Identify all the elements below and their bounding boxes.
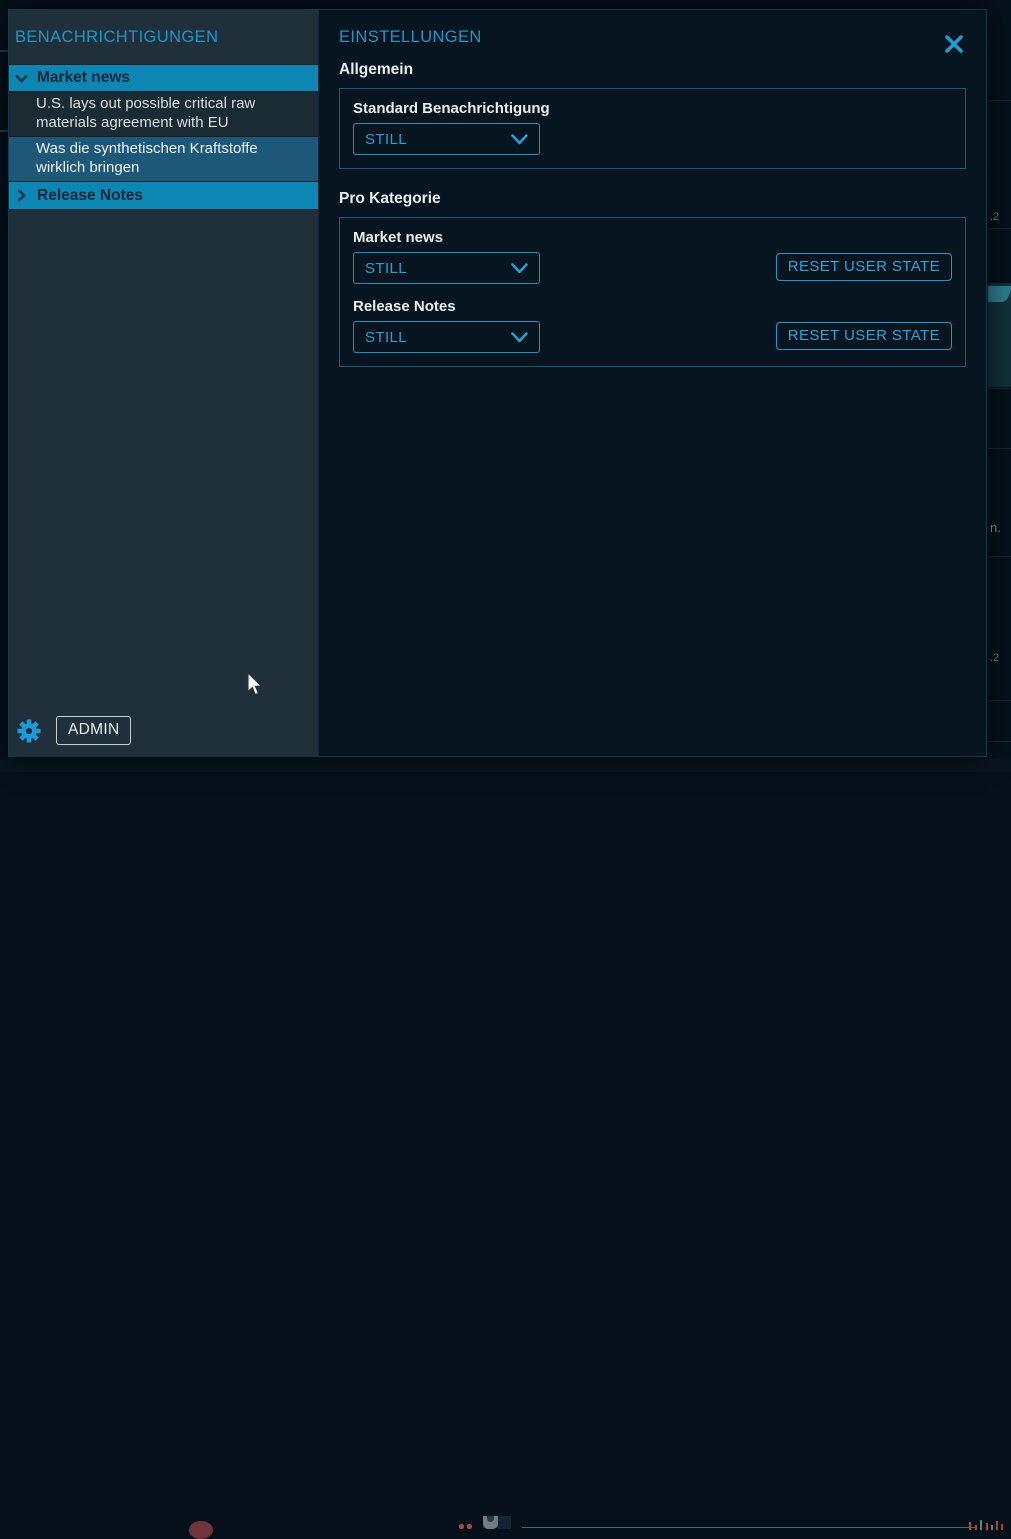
background-fragment [0,50,8,52]
notifications-title: BENACHRICHTIGUNGEN [9,10,318,47]
notifications-list: Market news U.S. lays out possible criti… [9,64,318,209]
news-item-selected[interactable]: Was die synthetischen Kraftstoffe wirkli… [9,136,318,181]
release-notes-value: STILL [365,329,407,346]
admin-button[interactable]: ADMIN [56,716,131,745]
notifications-settings-modal: BENACHRICHTIGUNGEN Market news U.S. lays… [8,9,987,757]
chevron-down-icon [511,332,528,343]
settings-title: EINSTELLUNGEN [319,10,986,47]
news-item[interactable]: U.S. lays out possible critical raw mate… [9,91,318,136]
chevron-down-icon [511,134,528,145]
chevron-down-icon [15,72,28,85]
market-news-value: STILL [365,260,407,277]
background-axis-fragment: n. [990,520,1001,535]
per-category-group-box: Market news STILL RESET USER STATE Relea… [339,217,966,367]
reset-user-state-button-market-news[interactable]: RESET USER STATE [776,253,952,281]
background-app-right-edge: .2 n. .2 [988,0,1011,772]
mouse-cursor [247,672,264,696]
standard-notification-label: Standard Benachrichtigung [353,100,952,117]
background-logo-fragment [189,1521,213,1539]
category-row-release-notes[interactable]: Release Notes [9,181,318,209]
release-notes-select[interactable]: STILL [353,321,540,353]
general-group-box: Standard Benachrichtigung STILL [339,88,966,169]
market-news-select[interactable]: STILL [353,252,540,284]
release-notes-label: Release Notes [353,298,952,315]
background-app-bottom-edge [0,758,1011,772]
background-axis-fragment: .2 [990,652,999,664]
notifications-panel: BENACHRICHTIGUNGEN Market news U.S. lays… [9,10,318,756]
standard-notification-value: STILL [365,131,407,148]
general-section-heading: Allgemein [339,61,986,79]
background-axis-fragment: .2 [990,211,999,223]
settings-panel: EINSTELLUNGEN Allgemein Standard Benachr… [318,10,986,756]
chevron-down-icon [511,263,528,274]
market-news-label: Market news [353,229,952,246]
category-row-market-news[interactable]: Market news [9,64,318,91]
background-fragment [0,130,8,132]
notifications-footer: ADMIN [16,716,131,745]
background-scrollbar-fragment [522,1527,977,1528]
reset-user-state-button-release-notes[interactable]: RESET USER STATE [776,322,952,350]
category-label: Release Notes [37,187,143,205]
close-icon[interactable] [944,34,964,54]
per-category-section-heading: Pro Kategorie [339,190,986,208]
gear-icon[interactable] [16,718,42,744]
standard-notification-select[interactable]: STILL [353,123,540,155]
chevron-right-icon [15,189,28,202]
category-label: Market news [37,69,130,87]
